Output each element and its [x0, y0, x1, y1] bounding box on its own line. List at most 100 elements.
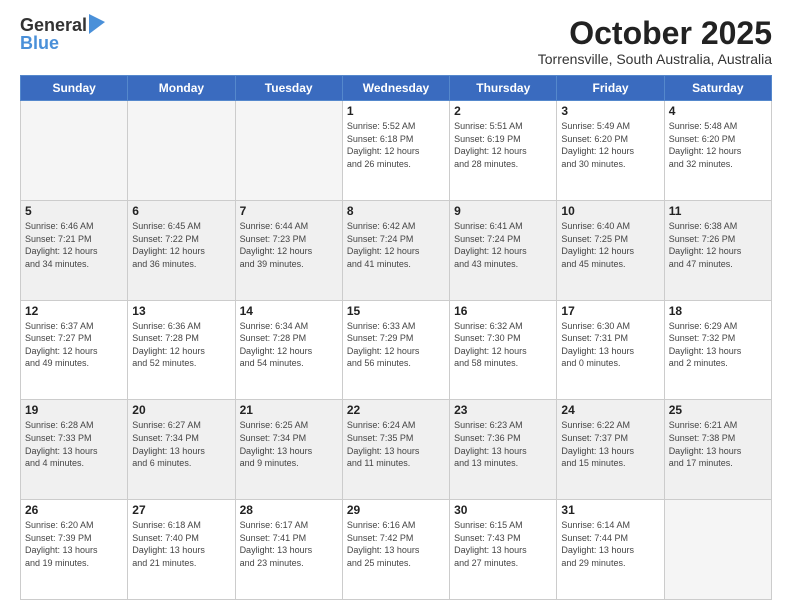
day-info: Sunrise: 6:20 AM Sunset: 7:39 PM Dayligh…: [25, 519, 123, 569]
day-info: Sunrise: 5:49 AM Sunset: 6:20 PM Dayligh…: [561, 120, 659, 170]
day-number: 29: [347, 503, 445, 517]
table-row: 13 Sunrise: 6:36 AM Sunset: 7:28 PM Dayli…: [128, 300, 235, 400]
table-row: 18Sunrise: 6:29 AM Sunset: 7:32 PM Dayli…: [664, 300, 771, 400]
day-number: 11: [669, 204, 767, 218]
day-info: Sunrise: 5:51 AM Sunset: 6:19 PM Dayligh…: [454, 120, 552, 170]
day-number: 8: [347, 204, 445, 218]
day-info: Sunrise: 6:33 AM Sunset: 7:29 PM Dayligh…: [347, 320, 445, 370]
day-info: Sunrise: 6:42 AM Sunset: 7:24 PM Dayligh…: [347, 220, 445, 270]
day-number: 27: [132, 503, 230, 517]
table-row: 31 Sunrise: 6:14 AM Sunset: 7:44 PM Dayli…: [557, 500, 664, 600]
day-info: Sunrise: 5:52 AM Sunset: 6:18 PM Dayligh…: [347, 120, 445, 170]
day-number: 18: [669, 304, 767, 318]
col-sunday: Sunday: [21, 76, 128, 101]
day-number: 3: [561, 104, 659, 118]
day-number: 16: [454, 304, 552, 318]
table-row: [21, 101, 128, 201]
day-number: 20: [132, 403, 230, 417]
table-row: 27 Sunrise: 6:18 AM Sunset: 7:40 PM Dayli…: [128, 500, 235, 600]
table-row: 15 Sunrise: 6:33 AM Sunset: 7:29 PM Dayli…: [342, 300, 449, 400]
table-row: 9 Sunrise: 6:41 AM Sunset: 7:24 PM Daylig…: [450, 200, 557, 300]
table-row: 4Sunrise: 5:48 AM Sunset: 6:20 PM Daylig…: [664, 101, 771, 201]
logo-text: General Blue: [20, 16, 105, 52]
calendar-header-row: Sunday Monday Tuesday Wednesday Thursday…: [21, 76, 772, 101]
table-row: 24 Sunrise: 6:22 AM Sunset: 7:37 PM Dayli…: [557, 400, 664, 500]
day-number: 24: [561, 403, 659, 417]
table-row: 25 Sunrise: 6:21 AM Sunset: 7:38 PM Dayli…: [664, 400, 771, 500]
calendar-week-row: 26 Sunrise: 6:20 AM Sunset: 7:39 PM Dayli…: [21, 500, 772, 600]
day-info: Sunrise: 6:16 AM Sunset: 7:42 PM Dayligh…: [347, 519, 445, 569]
day-number: 14: [240, 304, 338, 318]
day-number: 15: [347, 304, 445, 318]
col-tuesday: Tuesday: [235, 76, 342, 101]
day-info: Sunrise: 6:25 AM Sunset: 7:34 PM Dayligh…: [240, 419, 338, 469]
table-row: 19 Sunrise: 6:28 AM Sunset: 7:33 PM Dayli…: [21, 400, 128, 500]
day-number: 7: [240, 204, 338, 218]
table-row: 10 Sunrise: 6:40 AM Sunset: 7:25 PM Dayli…: [557, 200, 664, 300]
table-row: 30Sunrise: 6:15 AM Sunset: 7:43 PM Dayli…: [450, 500, 557, 600]
logo: General Blue: [20, 16, 105, 52]
header: General Blue October 2025 Torrensville, …: [20, 16, 772, 67]
day-number: 17: [561, 304, 659, 318]
day-info: Sunrise: 6:18 AM Sunset: 7:40 PM Dayligh…: [132, 519, 230, 569]
day-info: Sunrise: 6:17 AM Sunset: 7:41 PM Dayligh…: [240, 519, 338, 569]
col-monday: Monday: [128, 76, 235, 101]
table-row: 1 Sunrise: 5:52 AM Sunset: 6:18 PM Daylig…: [342, 101, 449, 201]
day-info: Sunrise: 6:23 AM Sunset: 7:36 PM Dayligh…: [454, 419, 552, 469]
table-row: 28 Sunrise: 6:17 AM Sunset: 7:41 PM Dayli…: [235, 500, 342, 600]
day-number: 9: [454, 204, 552, 218]
day-info: Sunrise: 6:41 AM Sunset: 7:24 PM Dayligh…: [454, 220, 552, 270]
day-number: 30: [454, 503, 552, 517]
title-block: October 2025 Torrensville, South Austral…: [538, 16, 772, 67]
calendar-week-row: 1 Sunrise: 5:52 AM Sunset: 6:18 PM Daylig…: [21, 101, 772, 201]
day-number: 25: [669, 403, 767, 417]
day-info: Sunrise: 6:40 AM Sunset: 7:25 PM Dayligh…: [561, 220, 659, 270]
table-row: 6 Sunrise: 6:45 AM Sunset: 7:22 PM Daylig…: [128, 200, 235, 300]
day-info: Sunrise: 6:28 AM Sunset: 7:33 PM Dayligh…: [25, 419, 123, 469]
table-row: 23 Sunrise: 6:23 AM Sunset: 7:36 PM Dayli…: [450, 400, 557, 500]
day-number: 28: [240, 503, 338, 517]
col-saturday: Saturday: [664, 76, 771, 101]
day-number: 6: [132, 204, 230, 218]
table-row: 20Sunrise: 6:27 AM Sunset: 7:34 PM Dayli…: [128, 400, 235, 500]
table-row: 16Sunrise: 6:32 AM Sunset: 7:30 PM Dayli…: [450, 300, 557, 400]
calendar-week-row: 12Sunrise: 6:37 AM Sunset: 7:27 PM Dayli…: [21, 300, 772, 400]
table-row: 26 Sunrise: 6:20 AM Sunset: 7:39 PM Dayli…: [21, 500, 128, 600]
table-row: 17Sunrise: 6:30 AM Sunset: 7:31 PM Dayli…: [557, 300, 664, 400]
day-number: 22: [347, 403, 445, 417]
table-row: [664, 500, 771, 600]
day-number: 31: [561, 503, 659, 517]
day-info: Sunrise: 6:22 AM Sunset: 7:37 PM Dayligh…: [561, 419, 659, 469]
day-number: 26: [25, 503, 123, 517]
table-row: 21 Sunrise: 6:25 AM Sunset: 7:34 PM Dayli…: [235, 400, 342, 500]
table-row: [235, 101, 342, 201]
day-info: Sunrise: 6:36 AM Sunset: 7:28 PM Dayligh…: [132, 320, 230, 370]
calendar-week-row: 5Sunrise: 6:46 AM Sunset: 7:21 PM Daylig…: [21, 200, 772, 300]
calendar-table: Sunday Monday Tuesday Wednesday Thursday…: [20, 75, 772, 600]
table-row: 7 Sunrise: 6:44 AM Sunset: 7:23 PM Daylig…: [235, 200, 342, 300]
day-number: 21: [240, 403, 338, 417]
day-number: 23: [454, 403, 552, 417]
day-number: 4: [669, 104, 767, 118]
table-row: 11Sunrise: 6:38 AM Sunset: 7:26 PM Dayli…: [664, 200, 771, 300]
day-info: Sunrise: 6:24 AM Sunset: 7:35 PM Dayligh…: [347, 419, 445, 469]
logo-icon: [89, 14, 105, 34]
day-info: Sunrise: 6:21 AM Sunset: 7:38 PM Dayligh…: [669, 419, 767, 469]
day-info: Sunrise: 6:14 AM Sunset: 7:44 PM Dayligh…: [561, 519, 659, 569]
day-number: 1: [347, 104, 445, 118]
logo-general: General: [20, 16, 87, 34]
day-info: Sunrise: 6:44 AM Sunset: 7:23 PM Dayligh…: [240, 220, 338, 270]
col-friday: Friday: [557, 76, 664, 101]
page: General Blue October 2025 Torrensville, …: [0, 0, 792, 612]
day-number: 13: [132, 304, 230, 318]
col-thursday: Thursday: [450, 76, 557, 101]
table-row: 12Sunrise: 6:37 AM Sunset: 7:27 PM Dayli…: [21, 300, 128, 400]
day-info: Sunrise: 6:45 AM Sunset: 7:22 PM Dayligh…: [132, 220, 230, 270]
table-row: 14Sunrise: 6:34 AM Sunset: 7:28 PM Dayli…: [235, 300, 342, 400]
table-row: 5Sunrise: 6:46 AM Sunset: 7:21 PM Daylig…: [21, 200, 128, 300]
day-number: 19: [25, 403, 123, 417]
day-info: Sunrise: 6:46 AM Sunset: 7:21 PM Dayligh…: [25, 220, 123, 270]
day-number: 10: [561, 204, 659, 218]
day-number: 2: [454, 104, 552, 118]
month-title: October 2025: [538, 16, 772, 51]
